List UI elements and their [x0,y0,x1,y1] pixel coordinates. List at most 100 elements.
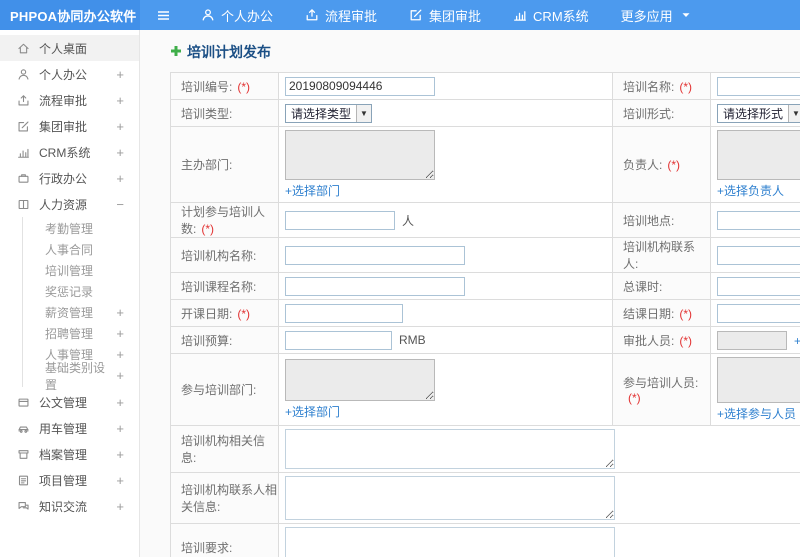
menu-toggle-button[interactable] [156,8,171,23]
sidebar-subitem-人事合同[interactable]: 人事合同 [0,239,139,260]
sidebar-item-知识交流[interactable]: 知识交流 + [0,493,139,519]
chevron-down-icon: ▼ [788,104,800,122]
sidebar-item-档案管理[interactable]: 档案管理 + [0,441,139,467]
field-cell: 人 [278,202,613,238]
approver-box[interactable] [717,330,787,350]
nav-item-个人办公[interactable]: 个人办公 [201,6,273,25]
planned-participants-input[interactable] [285,210,395,230]
page-title: 培训计划发布 [170,42,800,62]
nav-item-CRM系统[interactable]: CRM系统 [513,6,589,25]
expand-icon[interactable]: + [116,306,124,319]
sidebar-subitem-label: 考勤管理 [45,222,94,236]
expand-icon[interactable]: + [116,94,124,107]
form-row: 主办部门: +选择部门 负责人: (*) +选择负责人 [170,126,800,203]
sidebar-item-label: 集团审批 [39,119,88,134]
nav-item-label: 个人办公 [221,8,274,24]
training-type-select-label: 培训类型: [170,99,279,127]
training-no-input[interactable] [285,76,435,96]
expand-icon[interactable]: + [116,422,124,435]
upload-icon [305,8,319,22]
sidebar-subitem-考勤管理[interactable]: 考勤管理 [0,218,139,239]
host-department-box-link[interactable]: +选择部门 [285,182,340,199]
nav-item-流程审批[interactable]: 流程审批 [305,6,377,25]
course-name-input[interactable] [285,276,465,296]
sidebar-item-行政办公[interactable]: 行政办公 + [0,165,139,191]
collapse-icon[interactable]: − [116,198,124,211]
sidebar-item-用车管理[interactable]: 用车管理 + [0,415,139,441]
training-location-input[interactable] [717,210,800,230]
sidebar-submenu: 考勤管理 人事合同 培训管理 奖惩记录 薪资管理 + 招聘管理 + 人事管理 + 基础类别设置 + [0,217,139,392]
sidebar-item-流程审批[interactable]: 流程审批 + [0,87,139,113]
agency-contact-info-textarea[interactable] [285,476,615,520]
field-cell: +选择部门 [278,353,613,426]
field-cell [278,299,613,327]
budget-input[interactable] [285,330,392,350]
expand-icon[interactable]: + [116,474,124,487]
expand-icon[interactable]: + [116,448,124,461]
sidebar-item-公文管理[interactable]: 公文管理 + [0,389,139,415]
agency-info-textarea[interactable] [285,429,615,469]
field-cell: +选择审批人员 [710,326,800,354]
field-label-text: 培训机构联系人: [623,240,696,271]
training-type-select[interactable]: 请选择类型 ▼ [285,103,373,123]
sidebar-item-集团审批[interactable]: 集团审批 + [0,113,139,139]
sidebar-item-个人桌面[interactable]: 个人桌面 [0,35,139,61]
total-hours-input[interactable] [717,276,800,296]
field-cell: RMB [278,326,613,354]
expand-icon[interactable]: + [116,172,124,185]
end-date-input[interactable] [717,303,800,323]
expand-icon[interactable]: + [116,120,124,133]
host-department-box[interactable] [285,130,435,180]
agency-contact-input[interactable] [717,245,800,265]
expand-icon[interactable]: + [116,348,124,361]
nav-item-更多应用[interactable]: 更多应用 [621,6,693,25]
participants-box[interactable] [717,357,800,403]
field-cell [278,523,800,557]
field-label-text: 培训机构名称: [181,248,257,263]
sidebar-subitem-薪资管理[interactable]: 薪资管理 + [0,302,139,323]
sidebar-subitem-培训管理[interactable]: 培训管理 [0,260,139,281]
training-name-input-label: 培训名称: (*) [612,72,711,100]
project-icon [17,474,30,487]
sidebar-item-个人办公[interactable]: 个人办公 + [0,61,139,87]
field-label-text: 培训类型: [181,106,233,121]
leader-box-link[interactable]: +选择负责人 [717,182,784,199]
training-requirements-textarea[interactable] [285,527,615,557]
participating-departments-box[interactable] [285,359,435,401]
training-name-input[interactable] [717,76,800,96]
agency-name-input[interactable] [285,245,465,265]
sidebar-subitem-基础类别设置[interactable]: 基础类别设置 + [0,361,139,392]
field-label-text: 开课日期: [181,306,233,321]
nav-item-集团审批[interactable]: 集团审批 [409,6,481,25]
field-label-text: 培训课程名称: [181,279,257,294]
participants-box-link[interactable]: +选择参与人员 [717,405,796,422]
participating-departments-box-link[interactable]: +选择部门 [285,403,340,420]
expand-icon[interactable]: + [116,68,124,81]
approver-box-link[interactable]: +选择审批人员 [794,332,800,349]
start-date-input[interactable] [285,303,403,323]
training-type-select-value: 请选择类型 [291,106,352,121]
nav-item-label: 流程审批 [325,8,378,24]
sidebar-item-CRM系统[interactable]: CRM系统 + [0,139,139,165]
expand-icon[interactable]: + [116,396,124,409]
training-form-select[interactable]: 请选择形式 ▼ [717,103,800,123]
budget-input-suffix: RMB [399,333,426,347]
sidebar-subitem-label: 基础类别设置 [45,360,106,392]
leader-box[interactable] [717,130,800,180]
expand-icon[interactable]: + [116,369,124,382]
briefcase-icon [17,172,30,185]
leader-box-label: 负责人: (*) [612,126,711,203]
required-mark: (*) [201,222,215,236]
sidebar-item-人力资源[interactable]: 人力资源 − [0,191,139,217]
expand-icon[interactable]: + [116,327,124,340]
planned-participants-input-label: 计划参与培训人数: (*) [170,202,279,238]
sidebar-subitem-奖惩记录[interactable]: 奖惩记录 [0,281,139,302]
sidebar-subitem-招聘管理[interactable]: 招聘管理 + [0,323,139,344]
planned-participants-input-suffix: 人 [402,213,415,228]
sidebar-item-label: 个人办公 [39,67,88,82]
top-header: PHPOA协同办公软件 个人办公 流程审批 集团审批 CRM系统 更多应用 [0,0,800,30]
sidebar-item-项目管理[interactable]: 项目管理 + [0,467,139,493]
nav-item-label: 更多应用 [620,8,673,24]
expand-icon[interactable]: + [116,500,124,513]
expand-icon[interactable]: + [116,146,124,159]
